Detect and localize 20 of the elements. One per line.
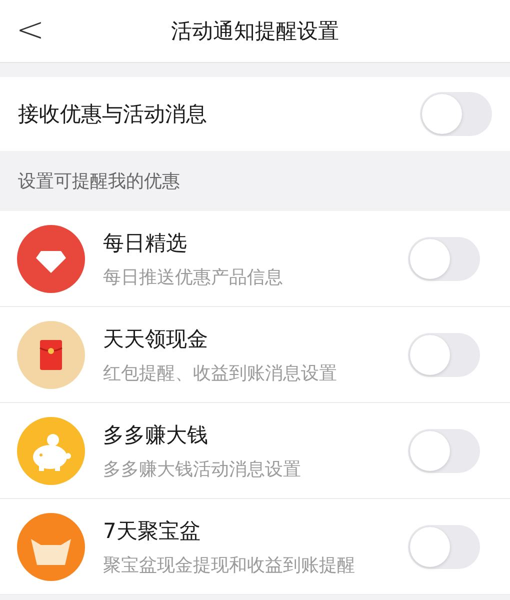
setting-label: 接收优惠与活动消息 xyxy=(18,101,207,128)
page-title: 活动通知提醒设置 xyxy=(171,18,339,45)
section-title: 设置可提醒我的优惠 xyxy=(18,170,180,193)
toggle-switch[interactable] xyxy=(408,428,480,472)
item-title: 每日精选 xyxy=(103,230,188,256)
item-title: 多多赚大钱 xyxy=(103,422,209,448)
item-description: 聚宝盆现金提现和收益到账提醒 xyxy=(103,554,356,576)
toggle-switch[interactable] xyxy=(420,92,492,136)
piggy-bank-icon xyxy=(17,416,85,484)
item-description: 每日推送优惠产品信息 xyxy=(103,266,284,288)
item-description: 红包提醒、收益到账消息设置 xyxy=(103,362,338,384)
toggle-switch[interactable] xyxy=(408,236,480,280)
back-button[interactable]: < xyxy=(10,10,50,50)
toggle-switch[interactable] xyxy=(408,524,480,568)
toggle-switch[interactable] xyxy=(408,332,480,376)
ingot-icon xyxy=(17,512,85,580)
item-description: 多多赚大钱活动消息设置 xyxy=(103,458,302,480)
item-title: 天天领现金 xyxy=(103,326,209,352)
envelope-icon xyxy=(17,320,85,388)
item-title: 7天聚宝盆 xyxy=(103,518,202,544)
